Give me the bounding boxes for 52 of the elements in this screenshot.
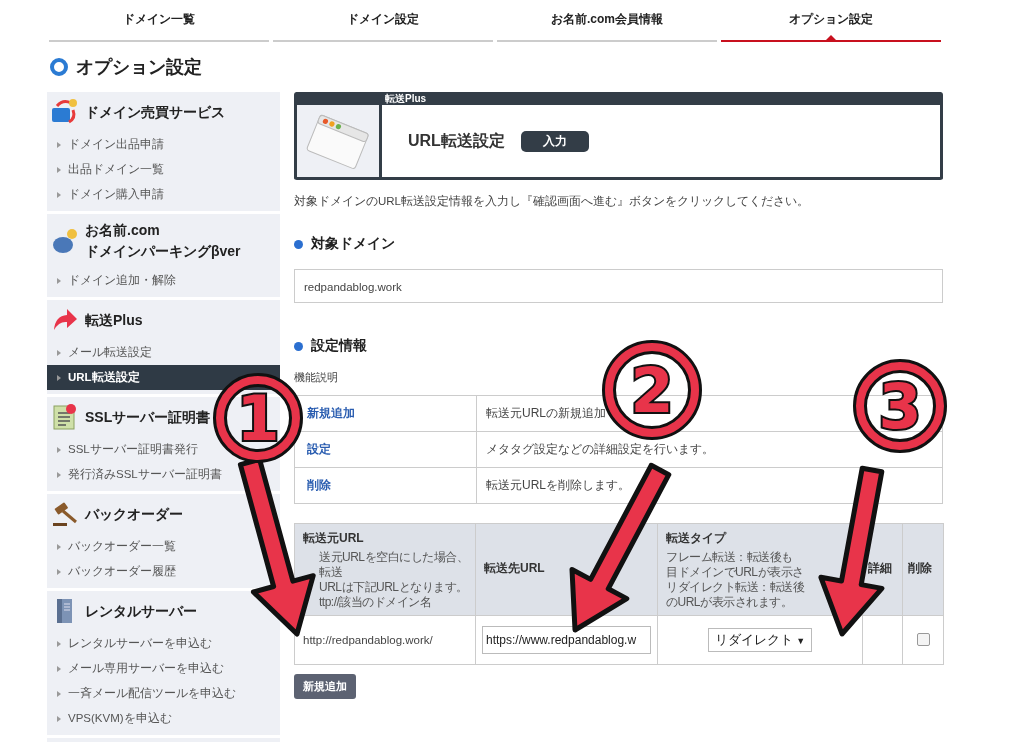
sidebar-link[interactable]: ドメイン購入申請 xyxy=(47,182,168,207)
step-badge: 入力 xyxy=(520,130,589,152)
panel-category: 転送Plus xyxy=(384,92,428,105)
function-link[interactable]: 削除 xyxy=(307,478,331,492)
column-note: ttp://該当のドメイン名 xyxy=(318,594,433,610)
domain-display: redpandablog.work xyxy=(294,269,943,303)
sidebar-heading: バックオーダー xyxy=(85,504,183,524)
sidebar-heading: SSLサーバー証明書 xyxy=(85,407,211,427)
nav-tab[interactable]: オプション設定 xyxy=(721,0,941,42)
sidebar-heading: ドメインパーキングβver xyxy=(85,242,241,261)
sidebar-heading: レンタルサーバー xyxy=(85,601,197,621)
column-note: 送元URLを空白にした場合、転送 xyxy=(318,549,469,580)
column-note: URLは下記URLとなります。 xyxy=(318,579,469,595)
sidebar-link[interactable]: VPS(KVM)を申込む xyxy=(47,706,176,731)
sidebar-link[interactable]: メール転送設定 xyxy=(47,340,156,365)
sidebar-link[interactable]: ドメイン出品申請 xyxy=(47,132,168,157)
section-heading: 設定情報 xyxy=(311,337,367,355)
instruction-text: 対象ドメインのURL転送設定情報を入力し『確認画面へ進む』ボタンをクリックしてください。 xyxy=(294,194,810,209)
sidebar-link[interactable]: バックオーダー一覧 xyxy=(47,534,180,559)
sidebar-link[interactable]: 一斉メール配信ツールを申込む xyxy=(47,681,240,706)
sidebar-link[interactable]: レンタルサーバーを申込む xyxy=(47,631,216,656)
column-note: のURLが表示されます。 xyxy=(666,594,793,610)
sidebar-heading: 転送Plus xyxy=(85,310,143,330)
column-header: 削除 xyxy=(908,559,933,577)
panel-title: URL転送設定 xyxy=(408,130,505,151)
sidebar-heading: お名前.com xyxy=(85,221,161,240)
sidebar-heading: ドメイン売買サービス xyxy=(85,102,225,122)
sidebar-link[interactable]: 発行済みSSLサーバー証明書 xyxy=(47,462,226,487)
sidebar-link[interactable]: 出品ドメイン一覧 xyxy=(47,157,168,182)
sidebar-link[interactable]: SSLサーバー証明書発行 xyxy=(47,437,202,462)
column-header: 詳細 xyxy=(868,559,893,577)
nav-tab[interactable]: ドメイン一覧 xyxy=(49,0,269,42)
page-title: オプション設定 xyxy=(76,56,202,79)
section-heading: 対象ドメイン xyxy=(311,235,395,253)
nav-tab[interactable]: ドメイン設定 xyxy=(273,0,493,42)
add-button[interactable]: 新規追加 xyxy=(294,674,356,699)
function-link[interactable]: 設定 xyxy=(307,442,331,456)
caption-text: 機能説明 xyxy=(294,371,339,385)
column-note: フレーム転送：転送後も xyxy=(666,549,794,565)
sidebar-link[interactable]: ドメイン追加・解除 xyxy=(47,268,180,293)
column-note: 目ドメインでURLが表示さ xyxy=(666,564,805,580)
column-note: リダイレクト転送：転送後 xyxy=(666,579,806,595)
column-header: 転送先URL xyxy=(484,559,546,577)
sidebar-link[interactable]: メール専用サーバーを申込む xyxy=(47,656,228,681)
step-number-badge: 3 xyxy=(853,359,947,453)
sidebar-link[interactable]: バックオーダー履歴 xyxy=(47,559,180,584)
column-header: 転送元URL xyxy=(303,529,365,547)
destination-url-field[interactable]: https://www.redpandablog.w xyxy=(482,626,651,654)
redirect-type-dropdown[interactable]: リダイレクト ▼ xyxy=(707,628,813,652)
column-header: 転送タイプ xyxy=(666,529,728,547)
nav-tab[interactable]: お名前.com会員情報 xyxy=(497,0,717,42)
function-link[interactable]: 新規追加 xyxy=(307,406,355,420)
